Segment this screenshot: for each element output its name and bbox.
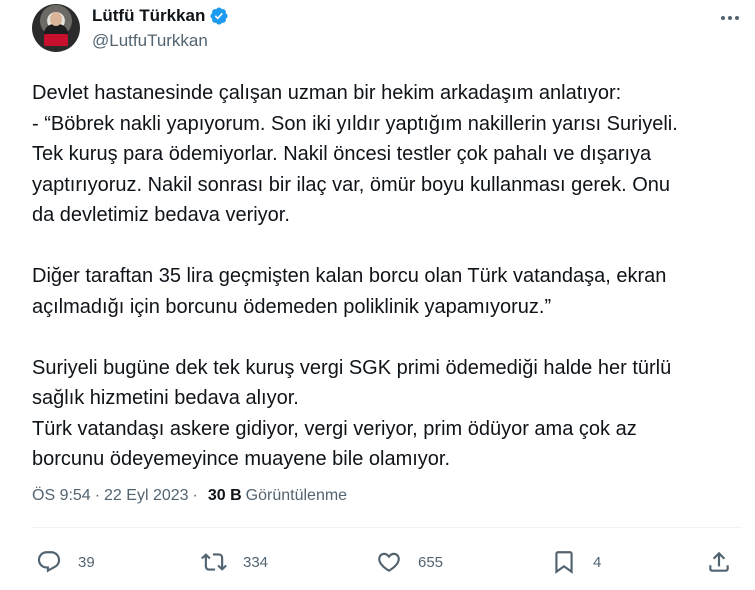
- repost-icon: [201, 553, 227, 571]
- name-row: Lütfü Türkkan: [92, 6, 229, 26]
- action-bar: 39 334 655 4: [32, 546, 744, 578]
- tweet-line: Diğer taraftan 35 lira geçmişten kalan b…: [32, 265, 667, 287]
- tweet-line: Suriyeli bugüne dek tek kuruş vergi SGK …: [32, 356, 672, 379]
- tweet-line: - “Böbrek nakli yapıyorum. Son iki yıldı…: [32, 112, 678, 135]
- meta-separator: ·: [94, 487, 101, 504]
- tweet-date[interactable]: 22 Eyl 2023: [104, 487, 189, 505]
- tweet-header: Lütfü Türkkan @LutfuTurkkan: [32, 4, 742, 56]
- reply-button[interactable]: 39: [36, 546, 95, 578]
- meta-separator: ·: [192, 487, 198, 504]
- tweet-line: açılmadığı için borcunu ödemeden polikli…: [32, 295, 552, 318]
- reply-count: 39: [78, 553, 95, 571]
- avatar-face: [50, 12, 62, 26]
- author-name[interactable]: Lütfü Türkkan: [92, 6, 205, 26]
- share-button[interactable]: [706, 546, 732, 578]
- divider: [32, 527, 742, 528]
- share-icon: [709, 551, 729, 572]
- views-label[interactable]: Görüntülenme: [246, 487, 347, 505]
- tweet-line: da devletimiz bedava veriyor.: [32, 204, 290, 226]
- verified-icon[interactable]: [209, 6, 229, 26]
- tweet-text: Devlet hastanesinde çalışan uzman bir he…: [32, 78, 747, 475]
- bookmark-icon: [555, 551, 573, 574]
- bookmark-button[interactable]: 4: [551, 546, 601, 578]
- bookmark-count: 4: [593, 553, 602, 571]
- reply-icon: [37, 551, 61, 573]
- tweet-line: Türk vatandaşı askere gidiyor, vergi ver…: [32, 417, 637, 440]
- views-count[interactable]: 30 B: [208, 487, 242, 505]
- like-count: 655: [418, 553, 444, 571]
- avatar[interactable]: [32, 4, 80, 52]
- like-icon: [378, 552, 400, 572]
- tweet-line: sağlık hizmetini bedava alıyor.: [32, 387, 299, 409]
- tweet-meta: ÖS 9:54 · 22 Eyl 2023 · 30 B Görüntülenm…: [32, 487, 347, 505]
- tweet-line: yaptırıyoruz. Nakil sonrası bir ilaç var…: [32, 173, 671, 196]
- repost-count: 334: [243, 553, 269, 571]
- tweet-line: Tek kuruş para ödemiyorlar. Nakil öncesi…: [32, 143, 652, 165]
- like-button[interactable]: 655: [376, 546, 443, 578]
- repost-button[interactable]: 334: [201, 546, 268, 578]
- avatar-podium: [44, 34, 68, 46]
- tweet-line: Devlet hastanesinde çalışan uzman bir he…: [32, 82, 622, 104]
- tweet-time[interactable]: ÖS 9:54: [32, 487, 91, 505]
- more-icon[interactable]: [718, 8, 742, 28]
- tweet-line: borcunu ödeyemeyince muayene bile olamıy…: [32, 448, 451, 470]
- author-handle[interactable]: @LutfuTurkkan: [92, 31, 208, 51]
